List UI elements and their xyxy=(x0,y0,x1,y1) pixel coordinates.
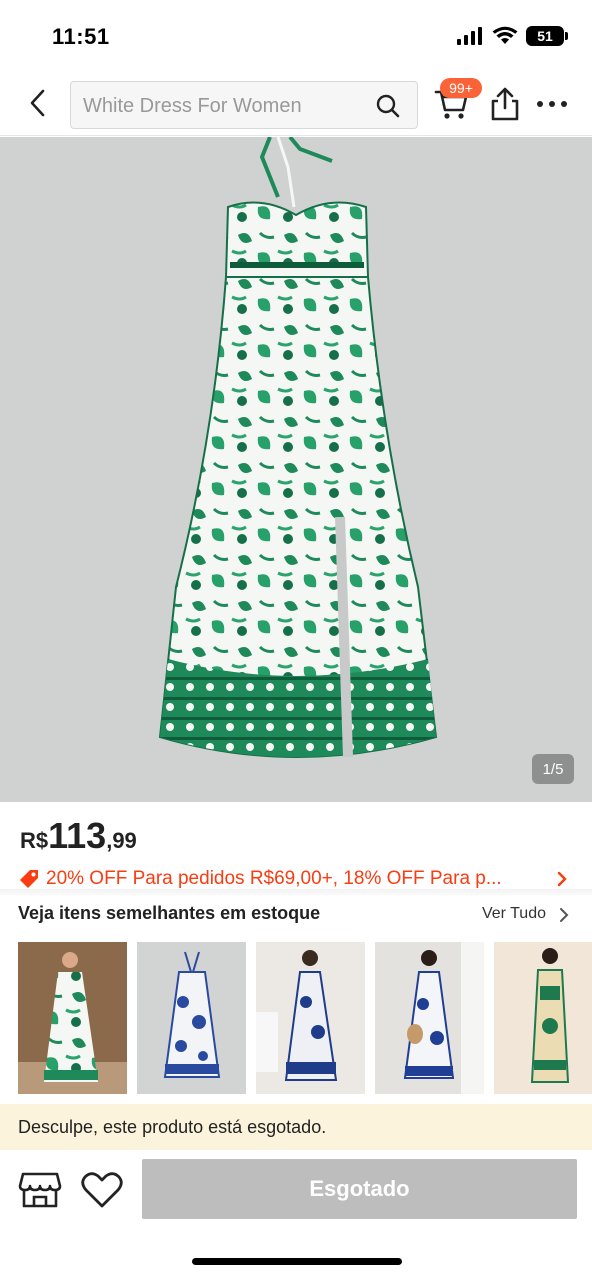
blue-print-maxi-dress-image xyxy=(375,942,484,1094)
see-all-link[interactable]: Ver Tudo xyxy=(482,905,546,923)
product-image-gallery[interactable]: 1/5 xyxy=(0,137,592,802)
heart-icon[interactable] xyxy=(80,1170,124,1210)
price-currency: R$ xyxy=(20,828,49,853)
blue-floral-dress-image xyxy=(137,942,246,1094)
search-icon[interactable] xyxy=(375,93,401,119)
battery-icon: 51 xyxy=(526,26,568,46)
blue-halter-dress-image xyxy=(256,942,365,1094)
promo-text: 20% OFF Para pedidos R$69,00+, 18% OFF P… xyxy=(46,868,502,889)
green-beige-print-dress-image xyxy=(494,942,592,1094)
search-placeholder: White Dress For Women xyxy=(83,95,302,117)
page-indicator: 1/5 xyxy=(532,754,574,784)
sold-out-banner: Desculpe, este produto está esgotado. xyxy=(0,1104,592,1150)
similar-item-thumbnail[interactable] xyxy=(256,942,365,1094)
status-icons: 51 xyxy=(456,26,568,46)
store-icon[interactable] xyxy=(18,1170,62,1210)
chevron-right-icon xyxy=(557,871,567,887)
similar-items-list xyxy=(18,942,592,1094)
price: R$ 113 ,99 xyxy=(20,815,137,857)
signal-icon xyxy=(457,27,482,45)
more-options-button[interactable] xyxy=(537,98,571,110)
price-decimal: ,99 xyxy=(106,828,137,853)
wifi-icon xyxy=(492,26,518,44)
section-divider xyxy=(0,889,592,895)
similar-item-thumbnail[interactable] xyxy=(137,942,246,1094)
dot-icon xyxy=(561,101,567,107)
product-dress-image xyxy=(158,137,438,758)
search-input[interactable]: White Dress For Women xyxy=(70,81,418,129)
dot-icon xyxy=(537,101,543,107)
similar-item-thumbnail[interactable] xyxy=(18,942,127,1094)
status-bar: 11:51 51 xyxy=(0,0,592,72)
similar-items-header: Veja itens semelhantes em estoque Ver Tu… xyxy=(18,903,574,929)
similar-item-thumbnail[interactable] xyxy=(494,942,592,1094)
green-floral-dress-image xyxy=(18,942,127,1094)
tag-icon xyxy=(20,870,38,888)
sold-out-button[interactable]: Esgotado xyxy=(142,1159,577,1219)
nav-bar: White Dress For Women 99+ xyxy=(0,72,592,136)
back-button[interactable] xyxy=(20,86,54,120)
similar-items-title: Veja itens semelhantes em estoque xyxy=(18,903,321,923)
status-time: 11:51 xyxy=(52,24,110,49)
sold-out-message: Desculpe, este produto está esgotado. xyxy=(18,1117,327,1137)
bottom-action-bar: Esgotado xyxy=(0,1150,592,1230)
home-indicator[interactable] xyxy=(192,1258,402,1265)
dot-icon xyxy=(549,101,555,107)
share-icon[interactable] xyxy=(488,86,522,122)
chevron-left-icon xyxy=(30,89,45,117)
similar-item-thumbnail[interactable] xyxy=(375,942,484,1094)
chevron-right-icon[interactable] xyxy=(558,906,570,924)
price-integer: 113 xyxy=(48,815,107,856)
cart-count-badge: 99+ xyxy=(440,78,482,98)
